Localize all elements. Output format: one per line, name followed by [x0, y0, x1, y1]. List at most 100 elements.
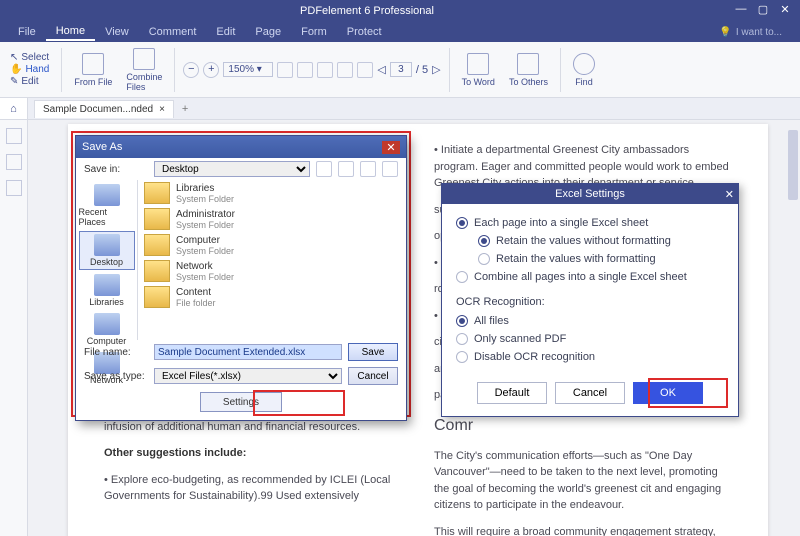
back-icon[interactable] — [316, 161, 332, 177]
find-button[interactable]: Find — [569, 51, 599, 89]
title-bar: PDFelement 6 Professional — ▢ ✕ — [0, 0, 800, 22]
tab-bar: ⌂ Sample Documen...nded× + — [0, 98, 800, 120]
filename-input[interactable] — [154, 344, 342, 360]
new-tab-button[interactable]: + — [182, 103, 188, 115]
actual-size-button[interactable] — [317, 62, 333, 78]
close-tab-icon[interactable]: × — [159, 104, 165, 115]
document-tab[interactable]: Sample Documen...nded× — [34, 100, 174, 118]
prev-page-button[interactable]: ◁ — [377, 63, 385, 76]
zoom-in-button[interactable]: + — [203, 62, 219, 78]
app-title: PDFelement 6 Professional — [4, 5, 730, 17]
desktop-icon — [94, 234, 120, 256]
settings-highlight — [253, 390, 345, 416]
quick-edit[interactable]: ✎Edit — [10, 76, 39, 87]
bookmarks-icon[interactable] — [6, 154, 22, 170]
menu-protect[interactable]: Protect — [337, 24, 392, 40]
ocr-disable[interactable]: Disable OCR recognition — [456, 348, 724, 366]
place-recent[interactable]: Recent Places — [79, 182, 135, 229]
menu-comment[interactable]: Comment — [139, 24, 207, 40]
combine-button[interactable]: Combine Files — [122, 46, 166, 94]
search-icon — [573, 53, 595, 75]
opt-no-format[interactable]: Retain the values without formatting — [456, 232, 724, 250]
close-button[interactable]: ✕ — [774, 3, 796, 19]
opt-with-format[interactable]: Retain the values with formatting — [456, 250, 724, 268]
page-total: / 5 — [416, 64, 428, 76]
rotate-left-button[interactable] — [337, 62, 353, 78]
home-tab[interactable]: ⌂ — [0, 98, 28, 119]
menu-bar: File Home View Comment Edit Page Form Pr… — [0, 22, 800, 42]
word-icon — [467, 53, 489, 75]
opt-combine[interactable]: Combine all pages into a single Excel sh… — [456, 268, 724, 286]
filetype-select[interactable]: Excel Files(*.xlsx) — [154, 368, 342, 384]
saveas-file-list[interactable]: LibrariesSystem Folder AdministratorSyst… — [138, 180, 406, 340]
scrollbar[interactable] — [786, 120, 800, 536]
filename-label: File name: — [84, 347, 148, 358]
i-want-to[interactable]: 💡I want to... — [709, 25, 792, 40]
list-item[interactable]: AdministratorSystem Folder — [138, 206, 406, 232]
select-tool[interactable]: ↖Select — [10, 52, 49, 63]
menu-edit[interactable]: Edit — [206, 24, 245, 40]
list-item[interactable]: LibrariesSystem Folder — [138, 180, 406, 206]
saveas-close-icon[interactable]: ✕ — [382, 141, 400, 154]
next-page-button[interactable]: ▷ — [432, 63, 440, 76]
menu-file[interactable]: File — [8, 24, 46, 40]
list-item[interactable]: NetworkSystem Folder — [138, 258, 406, 284]
fit-page-button[interactable] — [297, 62, 313, 78]
excel-titlebar[interactable]: Excel Settings✕ — [442, 184, 738, 204]
folder-icon — [144, 182, 170, 204]
folder-icon — [144, 234, 170, 256]
zoom-out-button[interactable]: − — [183, 62, 199, 78]
filetype-label: Save as type: — [84, 371, 148, 382]
place-computer[interactable]: Computer — [79, 311, 135, 348]
zoom-select[interactable]: 150% ▾ — [223, 62, 273, 77]
saveas-titlebar[interactable]: Save As ✕ — [76, 136, 406, 158]
xls-cancel-button[interactable]: Cancel — [555, 382, 625, 404]
to-others-button[interactable]: To Others — [505, 51, 552, 89]
file-icon — [82, 53, 104, 75]
bulb-icon: 💡 — [719, 27, 731, 38]
computer-icon — [94, 313, 120, 335]
save-as-dialog: Save As ✕ Save in: Desktop Recent Places… — [75, 135, 407, 421]
saveas-cancel-button[interactable]: Cancel — [348, 367, 398, 385]
maximize-button[interactable]: ▢ — [752, 3, 774, 19]
from-file-button[interactable]: From File — [70, 51, 116, 89]
list-item[interactable]: ComputerSystem Folder — [138, 232, 406, 258]
scroll-thumb[interactable] — [788, 130, 798, 200]
hand-tool[interactable]: ✋Hand — [10, 64, 49, 75]
ocr-all[interactable]: All files — [456, 312, 724, 330]
up-icon[interactable] — [338, 161, 354, 177]
place-desktop[interactable]: Desktop — [79, 231, 135, 270]
savein-select[interactable]: Desktop — [154, 161, 310, 177]
list-item[interactable]: ContentFile folder — [138, 284, 406, 310]
default-button[interactable]: Default — [477, 382, 547, 404]
minimize-button[interactable]: — — [730, 3, 752, 19]
place-libraries[interactable]: Libraries — [79, 272, 135, 309]
excel-settings-dialog: Excel Settings✕ Each page into a single … — [441, 183, 739, 417]
save-button[interactable]: Save — [348, 343, 398, 361]
side-panel — [0, 120, 28, 536]
ok-highlight — [648, 378, 728, 408]
excel-close-icon[interactable]: ✕ — [725, 188, 734, 201]
savein-label: Save in: — [84, 164, 148, 175]
attachments-icon[interactable] — [6, 180, 22, 196]
rotate-right-button[interactable] — [357, 62, 373, 78]
opt-each-page[interactable]: Each page into a single Excel sheet — [456, 214, 724, 232]
views-icon[interactable] — [382, 161, 398, 177]
saveas-places: Recent Places Desktop Libraries Computer… — [76, 180, 138, 340]
to-word-button[interactable]: To Word — [458, 51, 499, 89]
ribbon: ↖Select ✋Hand ✎Edit From File Combine Fi… — [0, 42, 800, 98]
combine-icon — [133, 48, 155, 70]
recent-icon — [94, 184, 120, 206]
fit-width-button[interactable] — [277, 62, 293, 78]
menu-form[interactable]: Form — [291, 24, 337, 40]
libraries-icon — [94, 274, 120, 296]
newfolder-icon[interactable] — [360, 161, 376, 177]
folder-icon — [144, 286, 170, 308]
ocr-scanned[interactable]: Only scanned PDF — [456, 330, 724, 348]
menu-page[interactable]: Page — [245, 24, 291, 40]
menu-home[interactable]: Home — [46, 23, 95, 41]
menu-view[interactable]: View — [95, 24, 139, 40]
thumbnails-icon[interactable] — [6, 128, 22, 144]
page-input[interactable]: 3 — [390, 62, 412, 77]
ocr-heading: OCR Recognition: — [456, 296, 724, 308]
